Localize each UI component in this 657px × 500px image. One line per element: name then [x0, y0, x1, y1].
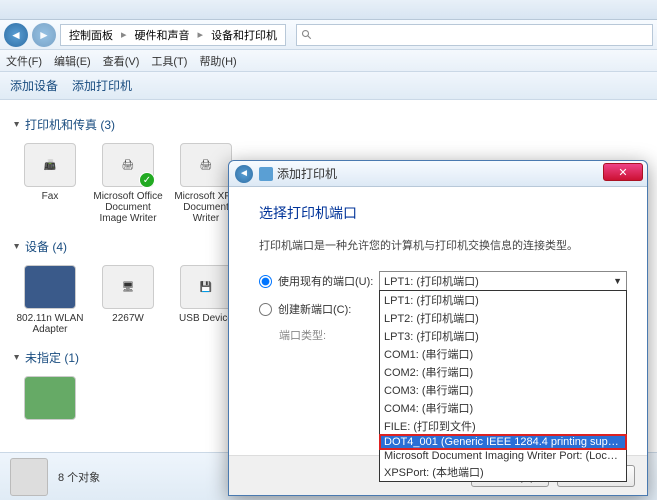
menu-bar: 文件(F) 编辑(E) 查看(V) 工具(T) 帮助(H) — [0, 50, 657, 72]
menu-help[interactable]: 帮助(H) — [199, 53, 236, 69]
device-label: 802.11n WLAN Adapter — [14, 313, 86, 335]
dialog-back-button[interactable]: ◄ — [235, 165, 253, 183]
port-option[interactable]: COM4: (串行端口) — [380, 399, 626, 417]
port-dropdown-list: LPT1: (打印机端口)LPT2: (打印机端口)LPT3: (打印机端口)C… — [379, 290, 627, 482]
device-item-msoffice-writer[interactable]: 🖨✓ Microsoft Office Document Image Write… — [92, 143, 164, 224]
port-option[interactable]: COM1: (串行端口) — [380, 345, 626, 363]
printer-icon: 🖨✓ — [102, 143, 154, 187]
device-item-fax[interactable]: 📠 Fax — [14, 143, 86, 224]
search-icon — [301, 29, 313, 41]
port-selected-value: LPT1: (打印机端口) — [384, 273, 479, 289]
add-printer-wizard: ◄ 添加打印机 ✕ 选择打印机端口 打印机端口是一种允许您的计算机与打印机交换信… — [228, 160, 648, 496]
port-option[interactable]: Microsoft Document Imaging Writer Port: … — [380, 449, 626, 463]
router-icon — [24, 265, 76, 309]
menu-edit[interactable]: 编辑(E) — [54, 53, 91, 69]
statusbar-count: 8 个对象 — [58, 469, 100, 485]
device-item-monitor[interactable]: 🖥 2267W — [92, 265, 164, 335]
window-titlebar — [0, 0, 657, 20]
monitor-icon: 🖥 — [102, 265, 154, 309]
use-existing-port-label: 使用现有的端口(U): — [278, 273, 379, 289]
device-label: Fax — [42, 191, 59, 202]
navigation-bar: ◄ ► 控制面板▸ 硬件和声音▸ 设备和打印机 — [0, 20, 657, 50]
usb-icon: 💾 — [180, 265, 232, 309]
create-new-port-radio[interactable] — [259, 303, 272, 316]
device-item-unknown[interactable] — [14, 376, 86, 424]
forward-button[interactable]: ► — [32, 23, 56, 47]
breadcrumb-part[interactable]: 设备和打印机 — [207, 27, 281, 43]
port-option[interactable]: FILE: (打印到文件) — [380, 417, 626, 435]
menu-file[interactable]: 文件(F) — [6, 53, 42, 69]
device-label: Microsoft Office Document Image Writer — [92, 191, 164, 224]
device-item-wlan[interactable]: 802.11n WLAN Adapter — [14, 265, 86, 335]
port-option[interactable]: COM2: (串行端口) — [380, 363, 626, 381]
search-input[interactable] — [296, 24, 653, 46]
port-option[interactable]: DOT4_001 (Generic IEEE 1284.4 printing s… — [380, 435, 626, 449]
device-icon — [24, 376, 76, 420]
dialog-title: 添加打印机 — [277, 165, 337, 182]
dialog-body: 选择打印机端口 打印机端口是一种允许您的计算机与打印机交换信息的连接类型。 使用… — [229, 187, 647, 343]
use-existing-port-radio[interactable] — [259, 275, 272, 288]
breadcrumb-part[interactable]: 硬件和声音 — [131, 27, 194, 43]
device-label: USB Device — [179, 313, 233, 324]
breadcrumb[interactable]: 控制面板▸ 硬件和声音▸ 设备和打印机 — [60, 24, 286, 46]
printer-icon: 🖨 — [180, 143, 232, 187]
menu-view[interactable]: 查看(V) — [103, 53, 140, 69]
port-combobox[interactable]: LPT1: (打印机端口) ▼ — [379, 271, 627, 291]
statusbar-icon — [10, 458, 48, 496]
dialog-titlebar: ◄ 添加打印机 ✕ — [229, 161, 647, 187]
port-option[interactable]: XPSPort: (本地端口) — [380, 463, 626, 481]
back-button[interactable]: ◄ — [4, 23, 28, 47]
port-option[interactable]: LPT2: (打印机端口) — [380, 309, 626, 327]
dialog-description: 打印机端口是一种允许您的计算机与打印机交换信息的连接类型。 — [259, 237, 627, 253]
breadcrumb-part[interactable]: 控制面板 — [65, 27, 117, 43]
add-device-button[interactable]: 添加设备 — [10, 77, 58, 94]
dialog-heading: 选择打印机端口 — [259, 203, 627, 223]
port-option[interactable]: LPT1: (打印机端口) — [380, 291, 626, 309]
use-existing-port-row: 使用现有的端口(U): LPT1: (打印机端口) ▼ LPT1: (打印机端口… — [259, 271, 627, 291]
port-option[interactable]: COM3: (串行端口) — [380, 381, 626, 399]
chevron-down-icon: ▼ — [613, 276, 622, 286]
port-option[interactable]: LPT3: (打印机端口) — [380, 327, 626, 345]
command-bar: 添加设备 添加打印机 — [0, 72, 657, 100]
section-printers[interactable]: 打印机和传真 (3) — [14, 116, 643, 133]
printer-wizard-icon — [259, 167, 273, 181]
close-button[interactable]: ✕ — [603, 163, 643, 181]
device-label: 2267W — [112, 313, 144, 324]
menu-tools[interactable]: 工具(T) — [151, 53, 187, 69]
default-check-icon: ✓ — [139, 172, 155, 188]
fax-icon: 📠 — [24, 143, 76, 187]
add-printer-button[interactable]: 添加打印机 — [72, 77, 132, 94]
